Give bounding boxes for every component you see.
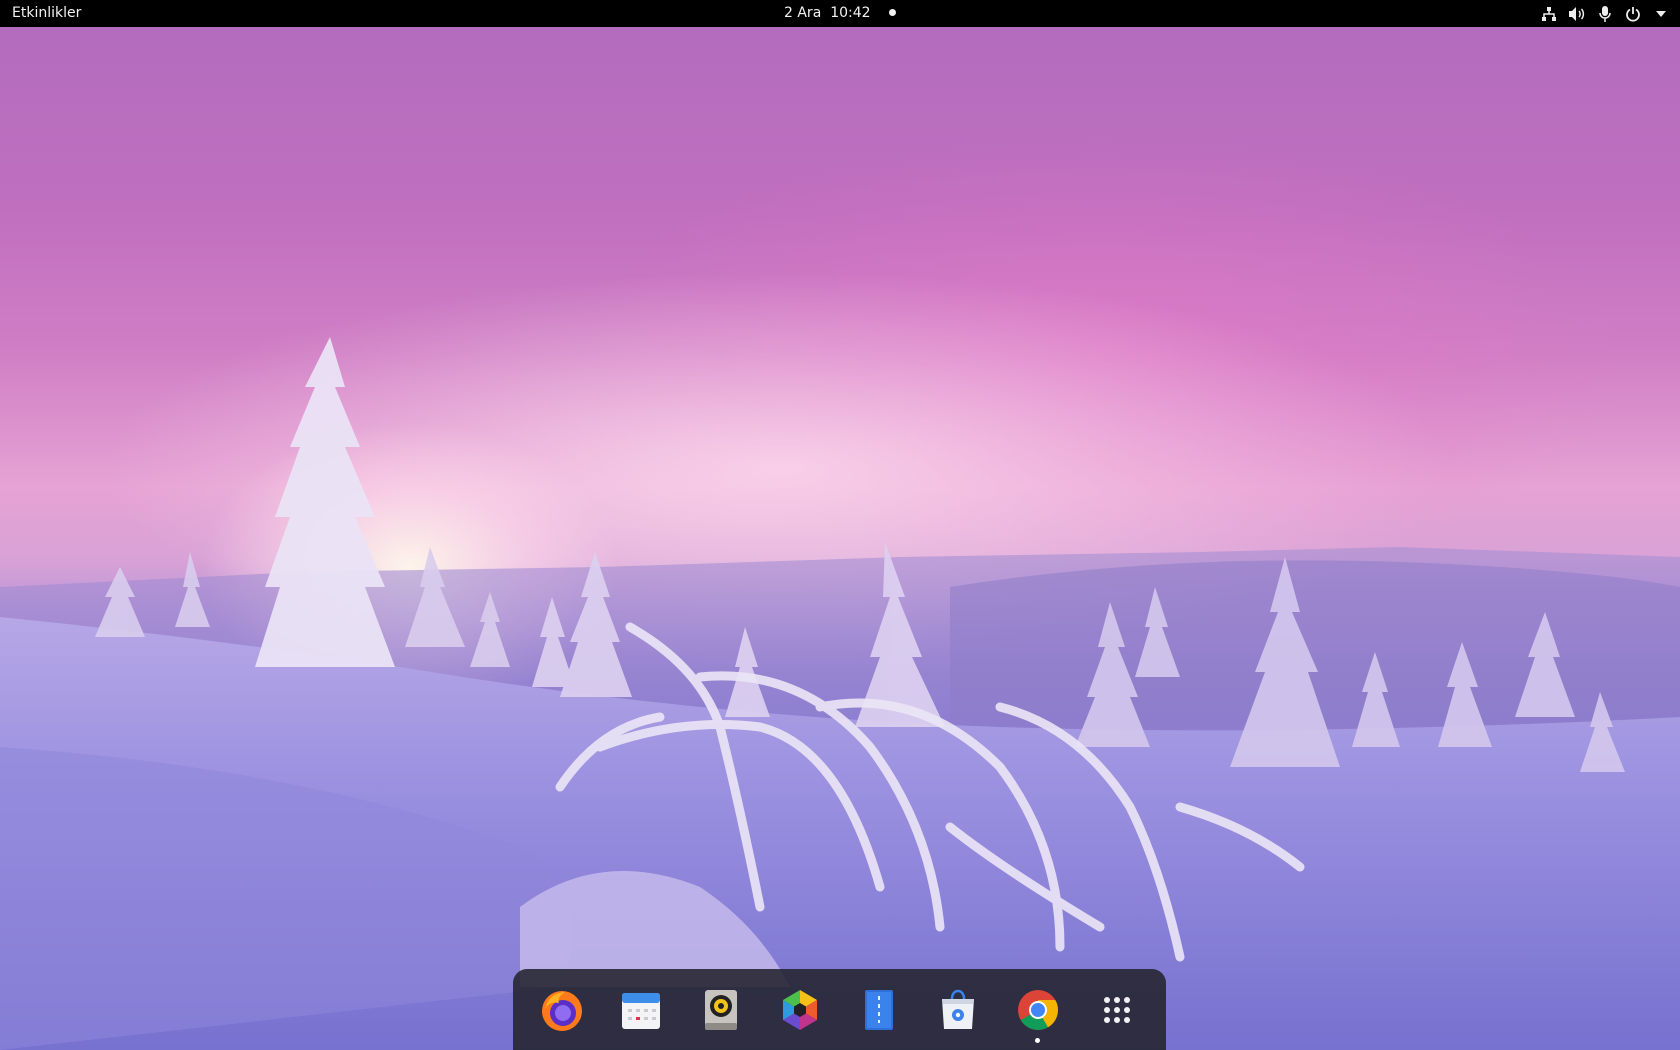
wallpaper-scene (0, 337, 1680, 1050)
dock-item-document-viewer[interactable] (844, 975, 914, 1045)
speaker-icon (704, 989, 737, 1030)
calendar-icon (622, 992, 661, 1029)
power-icon[interactable] (1624, 5, 1642, 23)
software-icon (942, 989, 975, 1029)
clock-button[interactable]: 2 Ara 10:42 (0, 0, 1680, 27)
show-applications-button[interactable] (1082, 975, 1152, 1045)
document-viewer-icon (865, 989, 894, 1030)
system-tray[interactable] (1540, 0, 1670, 27)
date-label: 2 Ara (784, 5, 822, 21)
notification-dot-icon (889, 8, 896, 16)
photos-icon (782, 989, 817, 1030)
dock (513, 969, 1166, 1050)
dock-item-rhythmbox[interactable] (686, 975, 756, 1045)
microphone-icon[interactable] (1596, 5, 1614, 23)
time-label: 10:42 (830, 5, 871, 21)
dock-item-chrome[interactable] (1003, 975, 1073, 1045)
running-indicator (1035, 1037, 1041, 1043)
firefox-icon (542, 990, 582, 1031)
chrome-icon (1017, 989, 1058, 1030)
chevron-down-icon[interactable] (1652, 5, 1670, 23)
dock-item-photos[interactable] (765, 975, 835, 1045)
dock-item-calendar[interactable] (606, 975, 676, 1045)
top-bar: Etkinlikler 2 Ara 10:42 (0, 0, 1680, 27)
network-icon[interactable] (1540, 5, 1558, 23)
app-grid-icon (1103, 996, 1130, 1023)
dock-item-software[interactable] (923, 975, 993, 1045)
volume-icon[interactable] (1568, 5, 1586, 23)
dock-item-firefox[interactable] (527, 975, 597, 1045)
desktop-wallpaper (0, 27, 1680, 1050)
